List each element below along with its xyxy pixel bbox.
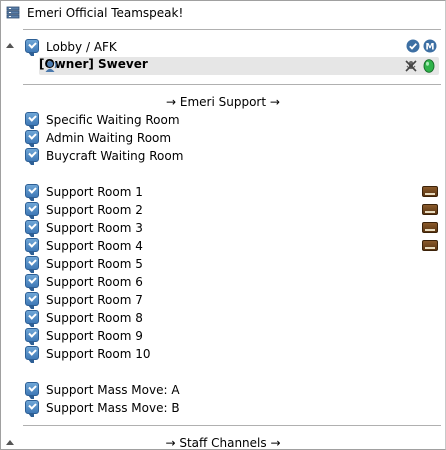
- book-icon: [422, 222, 438, 233]
- channel-name: Support Room 6: [46, 275, 143, 289]
- channel-row[interactable]: Support Mass Move: B: [1, 399, 445, 417]
- channel-name: Support Room 3: [46, 221, 143, 235]
- divider: [23, 425, 441, 426]
- user-talk-icon: [45, 59, 59, 73]
- channel-name: Buycraft Waiting Room: [46, 149, 184, 163]
- user-row-owner[interactable]: [Owner] Swever: [39, 57, 439, 75]
- channel-row[interactable]: Support Room 9: [1, 327, 445, 345]
- spacer-staff[interactable]: → Staff Channels →: [1, 434, 445, 450]
- channel-name: Support Room 4: [46, 239, 143, 253]
- divider: [23, 84, 441, 85]
- channel-name: Support Room 8: [46, 311, 143, 325]
- channel-name: Specific Waiting Room: [46, 113, 180, 127]
- channel-icon: [25, 39, 39, 56]
- channel-row[interactable]: Support Room 4: [1, 237, 445, 255]
- channel-name: Support Room 9: [46, 329, 143, 343]
- channel-name: Support Room 2: [46, 203, 143, 217]
- channel-icon: [25, 112, 39, 129]
- channel-row[interactable]: Specific Waiting Room: [1, 111, 445, 129]
- channel-row[interactable]: Admin Waiting Room: [1, 129, 445, 147]
- channel-icon: [25, 310, 39, 327]
- channel-icon: [25, 202, 39, 219]
- collapse-arrow-icon[interactable]: [6, 43, 14, 48]
- channel-row[interactable]: Support Room 3: [1, 219, 445, 237]
- channel-icon: [25, 220, 39, 237]
- server-name: Emeri Official Teamspeak!: [27, 6, 184, 20]
- channel-icon: [25, 148, 39, 165]
- channel-icon: [25, 184, 39, 201]
- spacer-support[interactable]: → Emeri Support →: [1, 93, 445, 111]
- channel-row[interactable]: Support Room 10: [1, 345, 445, 363]
- channel-name: Support Room 5: [46, 257, 143, 271]
- green-gem-icon: [422, 59, 436, 73]
- channel-row[interactable]: Support Room 2: [1, 201, 445, 219]
- channel-row[interactable]: Support Room 8: [1, 309, 445, 327]
- channel-row[interactable]: Support Room 5: [1, 255, 445, 273]
- divider: [23, 29, 441, 30]
- check-circle-icon: [406, 39, 420, 53]
- book-icon: [422, 186, 438, 197]
- svg-text:M: M: [426, 43, 435, 53]
- muted-mic-icon: [404, 59, 418, 73]
- channel-name: Lobby / AFK: [46, 40, 117, 54]
- channel-name: Admin Waiting Room: [46, 131, 172, 145]
- channel-row[interactable]: Support Room 6: [1, 273, 445, 291]
- channel-row[interactable]: Support Room 1: [1, 183, 445, 201]
- channel-icon: [25, 328, 39, 345]
- book-icon: [422, 204, 438, 215]
- channel-icon: [25, 292, 39, 309]
- channel-name: Support Room 7: [46, 293, 143, 307]
- channel-row[interactable]: Support Mass Move: A: [1, 381, 445, 399]
- book-icon: [422, 240, 438, 251]
- channel-lobby[interactable]: Lobby / AFK M: [1, 38, 445, 56]
- channel-icon: [25, 256, 39, 273]
- channel-name: Support Mass Move: A: [46, 383, 180, 397]
- channel-icon: [25, 346, 39, 363]
- channel-tree: Emeri Official Teamspeak! Lobby / AFK M …: [0, 0, 446, 450]
- channel-name: Support Mass Move: B: [46, 401, 180, 415]
- channel-icon: [25, 238, 39, 255]
- spacer-label: → Emeri Support →: [166, 95, 280, 109]
- channel-icon: [25, 274, 39, 291]
- channel-name: Support Room 1: [46, 185, 143, 199]
- channel-icon: [25, 382, 39, 399]
- spacer-label: → Staff Channels →: [165, 436, 281, 450]
- server-row[interactable]: Emeri Official Teamspeak!: [1, 4, 445, 22]
- channel-icon: [25, 130, 39, 147]
- server-icon: [6, 5, 20, 19]
- channel-row[interactable]: Support Room 7: [1, 291, 445, 309]
- channel-name: Support Room 10: [46, 347, 151, 361]
- moderated-m-icon: M: [423, 39, 437, 53]
- channel-icon: [25, 400, 39, 417]
- channel-row[interactable]: Buycraft Waiting Room: [1, 147, 445, 165]
